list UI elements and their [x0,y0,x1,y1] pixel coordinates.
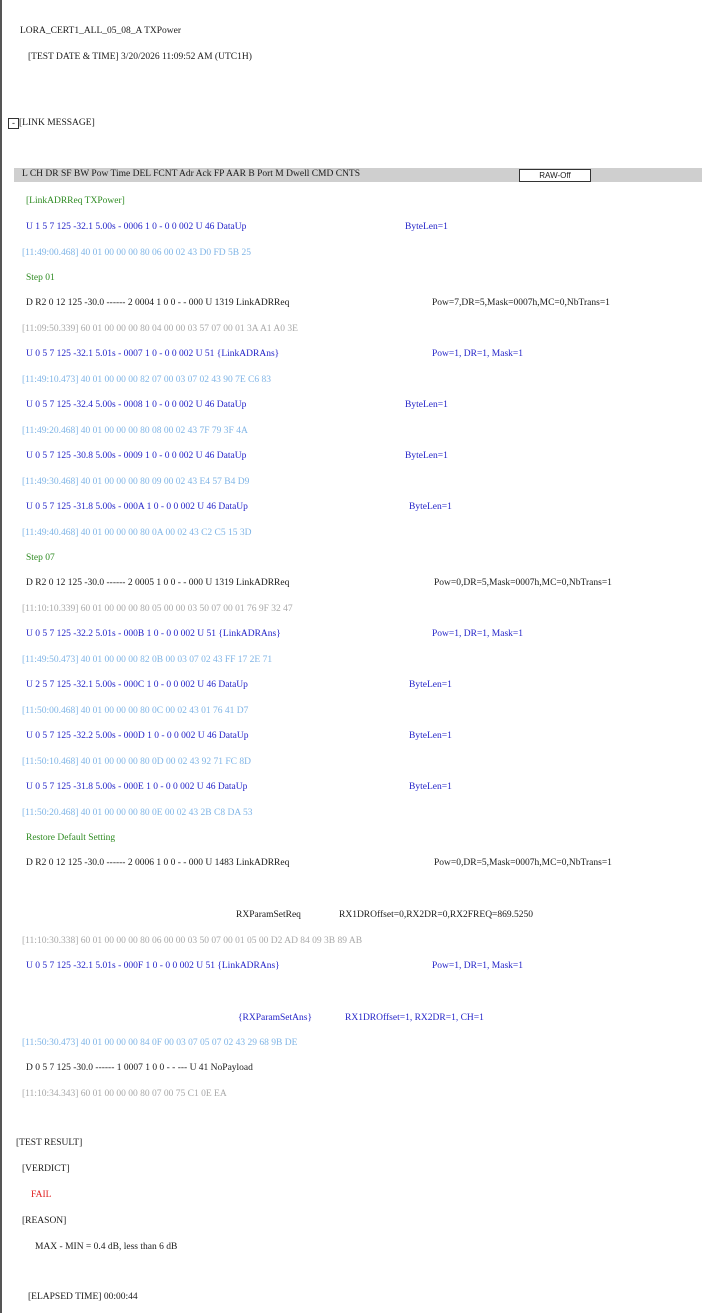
log-line-detail: ByteLen=1 [409,680,452,690]
column-header-bar: L CH DR SF BW Pow Time DEL FCNT Adr Ack … [14,168,702,182]
log-line: U 0 5 7 125 -32.1 5.01s - 000F 1 0 - 0 0… [26,961,280,971]
verdict-label: [VERDICT] [22,1164,70,1174]
log-line: RXParamSetReq [236,910,301,920]
log-line: [11:10:10.339] 60 01 00 00 00 80 05 00 0… [22,604,293,614]
log-line: U 0 5 7 125 -30.8 5.00s - 0009 1 0 - 0 0… [26,451,247,461]
collapse-toggle-icon[interactable]: - [8,118,19,129]
log-line: [LinkADRReq TXPower] [26,196,125,206]
log-line: D 0 5 7 125 -30.0 ------ 1 0007 1 0 0 - … [26,1063,253,1073]
log-line-detail: ByteLen=1 [405,222,448,232]
log-line-detail: ByteLen=1 [409,502,452,512]
log-line: [11:49:00.468] 40 01 00 00 00 80 06 00 0… [22,248,251,258]
test-datetime: [TEST DATE & TIME] 3/20/2026 11:09:52 AM… [28,52,252,62]
log-line-detail: RX1DROffset=1, RX2DR=1, CH=1 [345,1013,484,1023]
log-line: U 1 5 7 125 -32.1 5.00s - 0006 1 0 - 0 0… [26,222,247,232]
log-line: [11:49:50.473] 40 01 00 00 00 82 0B 00 0… [22,655,273,665]
raw-toggle-button[interactable]: RAW-Off [519,169,591,182]
log-line: [11:49:10.473] 40 01 00 00 00 82 07 00 0… [22,375,272,385]
elapsed-time: [ELAPSED TIME] 00:00:44 [28,1292,138,1302]
log-line-detail: RX1DROffset=0,RX2DR=0,RX2FREQ=869.5250 [339,910,534,920]
log-line: {RXParamSetAns} [238,1013,313,1023]
left-border [0,0,2,1313]
log-line: [11:50:00.468] 40 01 00 00 00 80 0C 00 0… [22,706,249,716]
log-line: U 0 5 7 125 -32.2 5.00s - 000D 1 0 - 0 0… [26,731,249,741]
reason-label: [REASON] [22,1216,67,1226]
log-line: U 0 5 7 125 -32.4 5.00s - 0008 1 0 - 0 0… [26,400,247,410]
step-label: Step 07 [26,553,55,563]
log-line-detail: Pow=1, DR=1, Mask=1 [432,349,524,359]
log-line: [11:10:34.343] 60 01 00 00 00 80 07 00 7… [22,1089,227,1099]
log-line-detail: Pow=0,DR=5,Mask=0007h,MC=0,NbTrans=1 [434,578,612,588]
log-line: [11:50:20.468] 40 01 00 00 00 80 0E 00 0… [22,808,253,818]
log-line: U 0 5 7 125 -31.8 5.00s - 000A 1 0 - 0 0… [26,502,248,512]
log-line: U 0 5 7 125 -32.2 5.01s - 000B 1 0 - 0 0… [26,629,281,639]
log-line: [11:49:30.468] 40 01 00 00 00 80 09 00 0… [22,477,250,487]
log-line: [11:49:20.468] 40 01 00 00 00 80 08 00 0… [22,426,248,436]
log-line: [11:10:30.338] 60 01 00 00 00 80 06 00 0… [22,936,363,946]
log-line: [11:50:30.473] 40 01 00 00 00 84 0F 00 0… [22,1038,298,1048]
log-line: D R2 0 12 125 -30.0 ------ 2 0005 1 0 0 … [26,578,290,588]
column-headers: L CH DR SF BW Pow Time DEL FCNT Adr Ack … [22,169,361,179]
log-line: U 0 5 7 125 -31.8 5.00s - 000E 1 0 - 0 0… [26,782,248,792]
log-line-detail: Pow=7,DR=5,Mask=0007h,MC=0,NbTrans=1 [432,298,610,308]
link-message-label: [LINK MESSAGE] [19,118,95,128]
test-name: LORA_CERT1_ALL_05_08_A TXPower [20,26,182,36]
log-line-detail: Pow=0,DR=5,Mask=0007h,MC=0,NbTrans=1 [434,858,612,868]
log-line-detail: Pow=1, DR=1, Mask=1 [432,629,524,639]
log-line: U 0 5 7 125 -32.1 5.01s - 0007 1 0 - 0 0… [26,349,280,359]
log-line-detail: ByteLen=1 [405,400,448,410]
log-line: D R2 0 12 125 -30.0 ------ 2 0006 1 0 0 … [26,858,290,868]
log-line: U 2 5 7 125 -32.1 5.00s - 000C 1 0 - 0 0… [26,680,248,690]
log-line: [11:49:40.468] 40 01 00 00 00 80 0A 00 0… [22,528,252,538]
reason-value: MAX - MIN = 0.4 dB, less than 6 dB [35,1242,178,1252]
log-line-detail: ByteLen=1 [409,731,452,741]
test-result-heading: [TEST RESULT] [16,1138,83,1148]
verdict-value: FAIL [31,1190,52,1200]
log-line-detail: ByteLen=1 [405,451,448,461]
log-line-detail: ByteLen=1 [409,782,452,792]
log-line: D R2 0 12 125 -30.0 ------ 2 0004 1 0 0 … [26,298,290,308]
step-label: Step 01 [26,273,55,283]
log-line-detail: Pow=1, DR=1, Mask=1 [432,961,524,971]
log-line: [11:09:50.339] 60 01 00 00 00 80 04 00 0… [22,324,298,334]
log-line: [11:50:10.468] 40 01 00 00 00 80 0D 00 0… [22,757,251,767]
step-label: Restore Default Setting [26,833,116,843]
